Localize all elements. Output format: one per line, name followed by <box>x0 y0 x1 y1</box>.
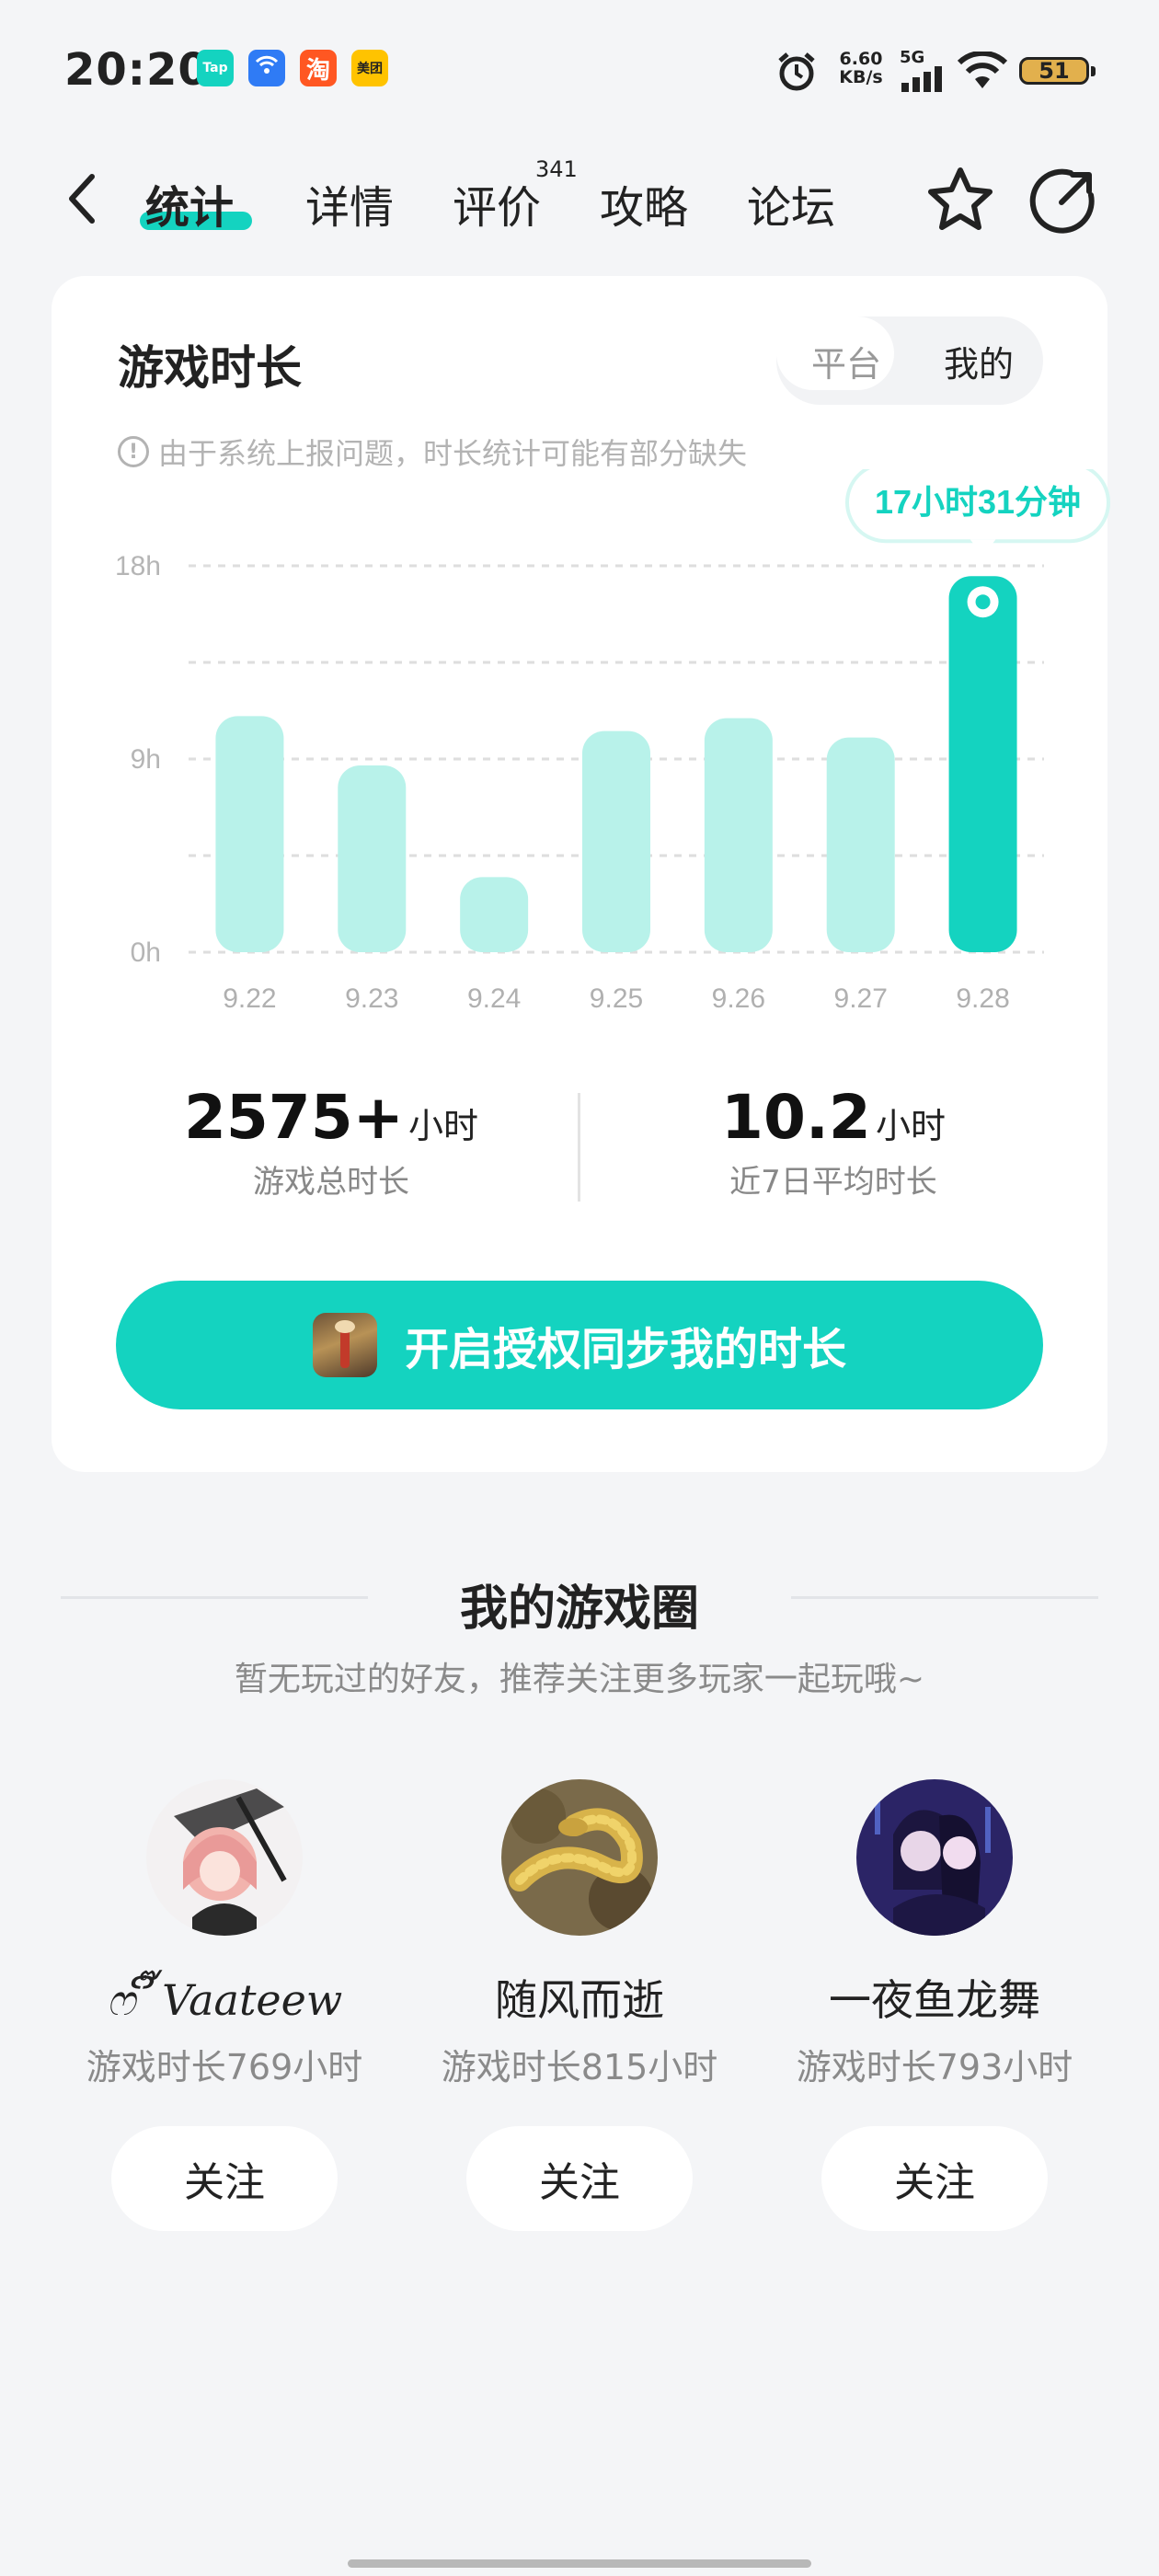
total-playtime-stat: 2575+ 小时 游戏总时长 <box>120 1082 543 1202</box>
tooltip-text: 17小时31分钟 <box>875 483 1081 521</box>
review-count-badge: 341 <box>535 156 578 182</box>
avatar[interactable] <box>501 1779 658 1936</box>
y-tick-label: 0h <box>131 937 161 968</box>
chart-bar <box>582 730 650 952</box>
user-card: 随风而逝 游戏时长815小时 关注 <box>405 1779 754 2231</box>
user-name: ෆ ິ๊ Vaateew <box>106 1975 343 2025</box>
avatar[interactable] <box>146 1779 303 1936</box>
avg-playtime-unit: 小时 <box>875 1106 946 1146</box>
tab-forum[interactable]: 论坛 <box>747 171 835 236</box>
network-speed-unit: KB/s <box>839 67 883 87</box>
tab-stats[interactable]: 统计 <box>145 171 234 236</box>
sync-playtime-button[interactable]: 开启授权同步我的时长 <box>116 1281 1043 1409</box>
taobao-app-icon: 淘 <box>300 50 337 86</box>
avg-playtime-value: 10.2 <box>721 1082 871 1153</box>
follow-button[interactable]: 关注 <box>821 2126 1048 2231</box>
chart-bar <box>215 716 284 952</box>
tab-details[interactable]: 详情 <box>305 171 394 236</box>
battery-indicator: 51 <box>1019 57 1096 85</box>
game-icon <box>312 1313 377 1377</box>
follow-button[interactable]: 关注 <box>466 2126 693 2231</box>
user-card: ෆ ິ๊ Vaateew 游戏时长769小时 关注 <box>50 1779 399 2231</box>
platform-mine-toggle: 平台 我的 <box>776 316 1043 405</box>
y-tick-label: 18h <box>115 551 161 581</box>
user-card: 一夜鱼龙舞 游戏时长793小时 关注 <box>760 1779 1109 2231</box>
x-tick-label: 9.26 <box>712 983 765 1014</box>
playtime-title: 游戏时长 <box>118 341 302 395</box>
data-notice-text: 由于系统上报问题，时长统计可能有部分缺失 <box>158 436 748 471</box>
network-type: 5G <box>900 48 925 67</box>
toggle-platform[interactable]: 平台 <box>776 316 916 405</box>
chart-bar <box>338 765 407 952</box>
total-playtime-value: 2575+ <box>183 1082 404 1153</box>
sync-playtime-label: 开启授权同步我的时长 <box>404 1324 846 1375</box>
network-speed: 6.60 KB/s <box>833 50 889 86</box>
user-playtime: 游戏时长769小时 <box>86 2047 363 2087</box>
chart-bar <box>826 737 895 952</box>
status-time: 20:20 <box>64 44 210 96</box>
user-playtime: 游戏时长815小时 <box>441 2047 718 2087</box>
follow-button[interactable]: 关注 <box>111 2126 338 2231</box>
x-tick-label: 9.27 <box>834 983 888 1014</box>
x-tick-label: 9.28 <box>956 983 1009 1014</box>
y-tick-label: 9h <box>131 744 161 775</box>
chart-bar <box>704 718 773 952</box>
user-name: 随风而逝 <box>495 1975 664 2025</box>
user-name: 一夜鱼龙舞 <box>829 1975 1040 2025</box>
user-playtime: 游戏时长793小时 <box>796 2047 1073 2087</box>
bar-marker-inner <box>975 594 991 610</box>
chart-bar <box>460 877 529 952</box>
signal-icon <box>901 66 946 96</box>
alarm-icon <box>775 50 819 98</box>
wifi-icon <box>957 50 1008 92</box>
total-playtime-label: 游戏总时长 <box>253 1164 409 1201</box>
info-icon: ! <box>118 436 149 467</box>
x-tick-label: 9.24 <box>467 983 521 1014</box>
network-app-icon <box>248 50 285 86</box>
stats-divider <box>578 1093 580 1202</box>
tab-guides[interactable]: 攻略 <box>600 171 688 236</box>
taptap-app-icon: Tap <box>197 50 234 86</box>
game-circle-subtitle: 暂无玩过的好友，推荐关注更多玩家一起玩哦~ <box>234 1661 925 1698</box>
home-indicator[interactable] <box>348 2559 811 2568</box>
back-button[interactable] <box>64 171 101 230</box>
avg-playtime-label: 近7日平均时长 <box>729 1164 937 1201</box>
meituan-app-icon: 美团 <box>351 50 388 86</box>
chart-bar <box>948 576 1017 952</box>
playtime-bar-chart: 18h 9h 0h 9.22 9.23 9.24 9.25 9.26 9.27 9.28 17小时3… <box>115 469 1110 1014</box>
data-notice: ! 由于系统上报问题，时长统计可能有部分缺失 <box>118 431 747 473</box>
total-playtime-unit: 小时 <box>408 1106 479 1146</box>
x-tick-label: 9.22 <box>223 983 276 1014</box>
game-circle-title: 我的游戏圈 <box>459 1581 699 1637</box>
share-button[interactable] <box>1028 166 1098 239</box>
tooltip-pointer <box>970 539 996 557</box>
network-speed-value: 6.60 <box>839 49 883 69</box>
toggle-mine[interactable]: 我的 <box>916 316 1041 405</box>
x-tick-label: 9.25 <box>590 983 643 1014</box>
avatar[interactable] <box>856 1779 1013 1936</box>
avg-playtime-stat: 10.2 小时 近7日平均时长 <box>622 1082 1045 1202</box>
x-tick-label: 9.23 <box>345 983 398 1014</box>
favorite-star-button[interactable] <box>924 164 997 241</box>
tab-reviews[interactable]: 评价 <box>453 171 541 236</box>
